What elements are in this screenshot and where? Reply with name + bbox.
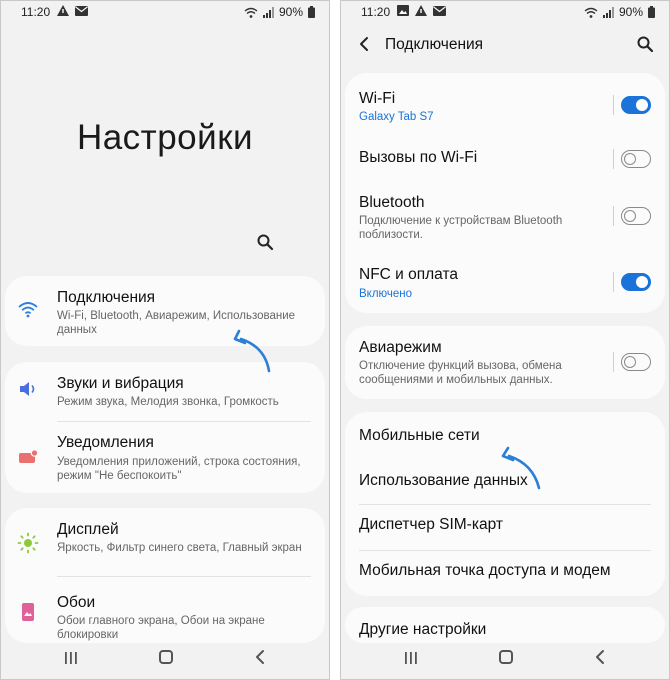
notification-icon: [19, 449, 39, 463]
status-time: 11:20: [361, 5, 391, 19]
separator: [613, 95, 614, 115]
settings-item-title: Подключения: [57, 289, 156, 306]
settings-item-subtitle: Яркость, Фильтр синего света, Главный эк…: [57, 542, 302, 554]
connections-screen: 11:20 90% Подключения Wi-Fi Galaxy Tab S…: [340, 0, 670, 680]
separator: [613, 149, 614, 169]
status-time: 11:20: [21, 5, 51, 19]
settings-item-subtitle: Режим звука, Мелодия звонка, Громкость: [57, 396, 279, 408]
wifi-status-icon: [244, 7, 258, 18]
wifi-toggle[interactable]: [621, 96, 651, 114]
search-icon[interactable]: [256, 233, 274, 251]
mail-icon: [433, 5, 446, 16]
brightness-icon: [17, 532, 39, 554]
mobile-networks-item[interactable]: Мобильные сети: [345, 412, 665, 458]
nfc-row[interactable]: NFC и оплата Включено: [345, 251, 665, 313]
bluetooth-title: Bluetooth: [359, 194, 425, 211]
volume-icon: [20, 382, 35, 396]
separator: [613, 352, 614, 372]
image-icon: [397, 5, 409, 16]
bluetooth-toggle[interactable]: [621, 207, 651, 225]
connections-card-airplane: Авиарежим Отключение функций вызова, обм…: [345, 326, 665, 399]
nfc-title: NFC и оплата: [359, 266, 459, 283]
battery-icon: [648, 6, 655, 18]
status-bar: 11:20 90%: [341, 1, 669, 25]
toggle-knob: [623, 152, 636, 165]
toggle-knob: [636, 275, 648, 288]
wifi-row[interactable]: Wi-Fi Galaxy Tab S7: [345, 73, 665, 137]
recent-apps-icon[interactable]: [63, 651, 79, 665]
wallpaper-icon: [22, 603, 34, 621]
wifi-title: Wi-Fi: [359, 90, 396, 107]
settings-item-connections[interactable]: Подключения Wi-Fi, Bluetooth, Авиарежим,…: [5, 276, 325, 346]
wifi-calling-row[interactable]: Вызовы по Wi-Fi: [345, 137, 665, 181]
settings-screen: 11:20 90% Настройки Подключения Wi-Fi, B…: [0, 0, 330, 680]
settings-item-title: Дисплей: [57, 521, 119, 538]
navigation-bar: [1, 637, 329, 679]
link-label: Использование данных: [359, 472, 528, 489]
link-label: Мобильная точка доступа и модем: [359, 562, 611, 579]
settings-item-title: Уведомления: [57, 434, 154, 451]
search-icon[interactable]: [636, 35, 654, 53]
nfc-status: Включено: [359, 288, 413, 300]
signal-icon: [602, 6, 614, 18]
page-title: Настройки: [76, 118, 254, 157]
back-icon[interactable]: [593, 649, 607, 665]
bluetooth-subtitle: Подключение к устройствам Bluetooth побл…: [359, 215, 563, 241]
settings-card-sounds: Звуки и вибрация Режим звука, Мелодия зв…: [5, 362, 325, 493]
notification-a-icon: [415, 5, 427, 16]
connections-card-toggles: Wi-Fi Galaxy Tab S7 Вызовы по Wi-Fi Blue…: [345, 73, 665, 313]
navigation-bar: [341, 637, 669, 679]
battery-icon: [308, 6, 315, 18]
recent-apps-icon[interactable]: [403, 651, 419, 665]
settings-item-notifications[interactable]: Уведомления Уведомления приложений, стро…: [5, 422, 325, 493]
settings-item-sounds[interactable]: Звуки и вибрация Режим звука, Мелодия зв…: [5, 362, 325, 421]
app-bar: Подключения: [341, 25, 669, 65]
hotspot-item[interactable]: Мобильная точка доступа и модем: [345, 551, 665, 596]
mail-icon: [75, 5, 88, 16]
airplane-toggle[interactable]: [621, 353, 651, 371]
toggle-knob: [636, 98, 648, 111]
settings-item-wallpaper[interactable]: Обои Обои главного экрана, Обои на экран…: [5, 577, 325, 643]
settings-card-display: Дисплей Яркость, Фильтр синего света, Гл…: [5, 508, 325, 643]
settings-item-title: Звуки и вибрация: [57, 375, 184, 392]
back-icon[interactable]: [253, 649, 267, 665]
link-label: Мобильные сети: [359, 427, 480, 444]
home-icon[interactable]: [499, 650, 513, 664]
settings-item-title: Обои: [57, 594, 96, 611]
notification-a-icon: [57, 5, 69, 16]
home-icon[interactable]: [159, 650, 173, 664]
battery-percent: 90%: [278, 5, 303, 19]
signal-icon: [262, 6, 274, 18]
settings-item-display[interactable]: Дисплей Яркость, Фильтр синего света, Гл…: [5, 508, 325, 576]
separator: [613, 272, 614, 292]
connections-card-links: Мобильные сети Использование данных Дисп…: [345, 412, 665, 596]
separator: [613, 206, 614, 226]
settings-item-subtitle: Wi-Fi, Bluetooth, Авиарежим, Использован…: [57, 310, 296, 336]
wifi-calling-toggle[interactable]: [621, 150, 651, 168]
settings-item-subtitle: Уведомления приложений, строка состояния…: [57, 456, 301, 482]
wifi-calling-title: Вызовы по Wi-Fi: [359, 149, 478, 166]
toggle-knob: [623, 355, 636, 368]
sim-manager-item[interactable]: Диспетчер SIM-карт: [345, 505, 665, 550]
wifi-status-icon: [584, 7, 598, 18]
airplane-subtitle: Отключение функций вызова, обмена сообще…: [359, 360, 562, 386]
link-label: Диспетчер SIM-карт: [359, 516, 503, 533]
battery-percent: 90%: [618, 5, 643, 19]
status-bar: 11:20 90%: [1, 1, 329, 25]
bluetooth-row[interactable]: Bluetooth Подключение к устройствам Blue…: [345, 181, 665, 251]
toggle-knob: [623, 209, 636, 222]
wifi-icon: [18, 302, 38, 318]
wifi-network: Galaxy Tab S7: [359, 111, 434, 123]
page-title: Подключения: [385, 36, 484, 53]
settings-card-connections: Подключения Wi-Fi, Bluetooth, Авиарежим,…: [5, 276, 325, 346]
airplane-title: Авиарежим: [359, 339, 442, 356]
airplane-row[interactable]: Авиарежим Отключение функций вызова, обм…: [345, 326, 665, 399]
back-arrow-icon[interactable]: [357, 34, 371, 54]
nfc-toggle[interactable]: [621, 273, 651, 291]
data-usage-item[interactable]: Использование данных: [345, 458, 665, 504]
